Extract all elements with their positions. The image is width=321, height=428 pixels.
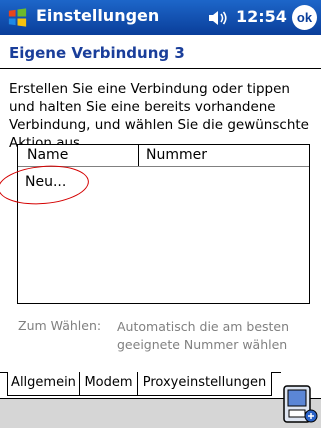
window-title: Einstellungen [36, 6, 160, 25]
dial-label: Zum Wählen: [18, 318, 102, 333]
tab-proxyeinstellungen[interactable]: Proxyeinstellungen [138, 372, 272, 396]
dial-value: Automatisch die am besten geeignete Numm… [117, 319, 290, 352]
speaker-icon[interactable] [207, 9, 229, 27]
column-header-name[interactable]: Name [18, 145, 139, 166]
clock[interactable]: 12:54 [236, 7, 287, 26]
ok-button[interactable]: ok [292, 5, 317, 30]
column-header-number[interactable]: Nummer [139, 145, 309, 166]
tab-modem[interactable]: Modem [80, 372, 138, 396]
tab-allgemein[interactable]: Allgemein [7, 372, 80, 396]
instruction-text: Erstellen Sie eine Verbindung oder tippe… [9, 81, 309, 151]
column-header-name-label: Name [27, 147, 69, 163]
input-panel-icon[interactable] [281, 380, 319, 426]
page-title: Eigene Verbindung 3 [9, 44, 185, 62]
list-header: Name Nummer [18, 145, 309, 167]
soft-key-bar [0, 398, 321, 428]
windows-start-icon[interactable] [6, 6, 29, 29]
header-divider [0, 68, 321, 69]
column-header-number-label: Nummer [146, 147, 207, 163]
title-bar: Einstellungen 12:54 ok [0, 0, 321, 35]
